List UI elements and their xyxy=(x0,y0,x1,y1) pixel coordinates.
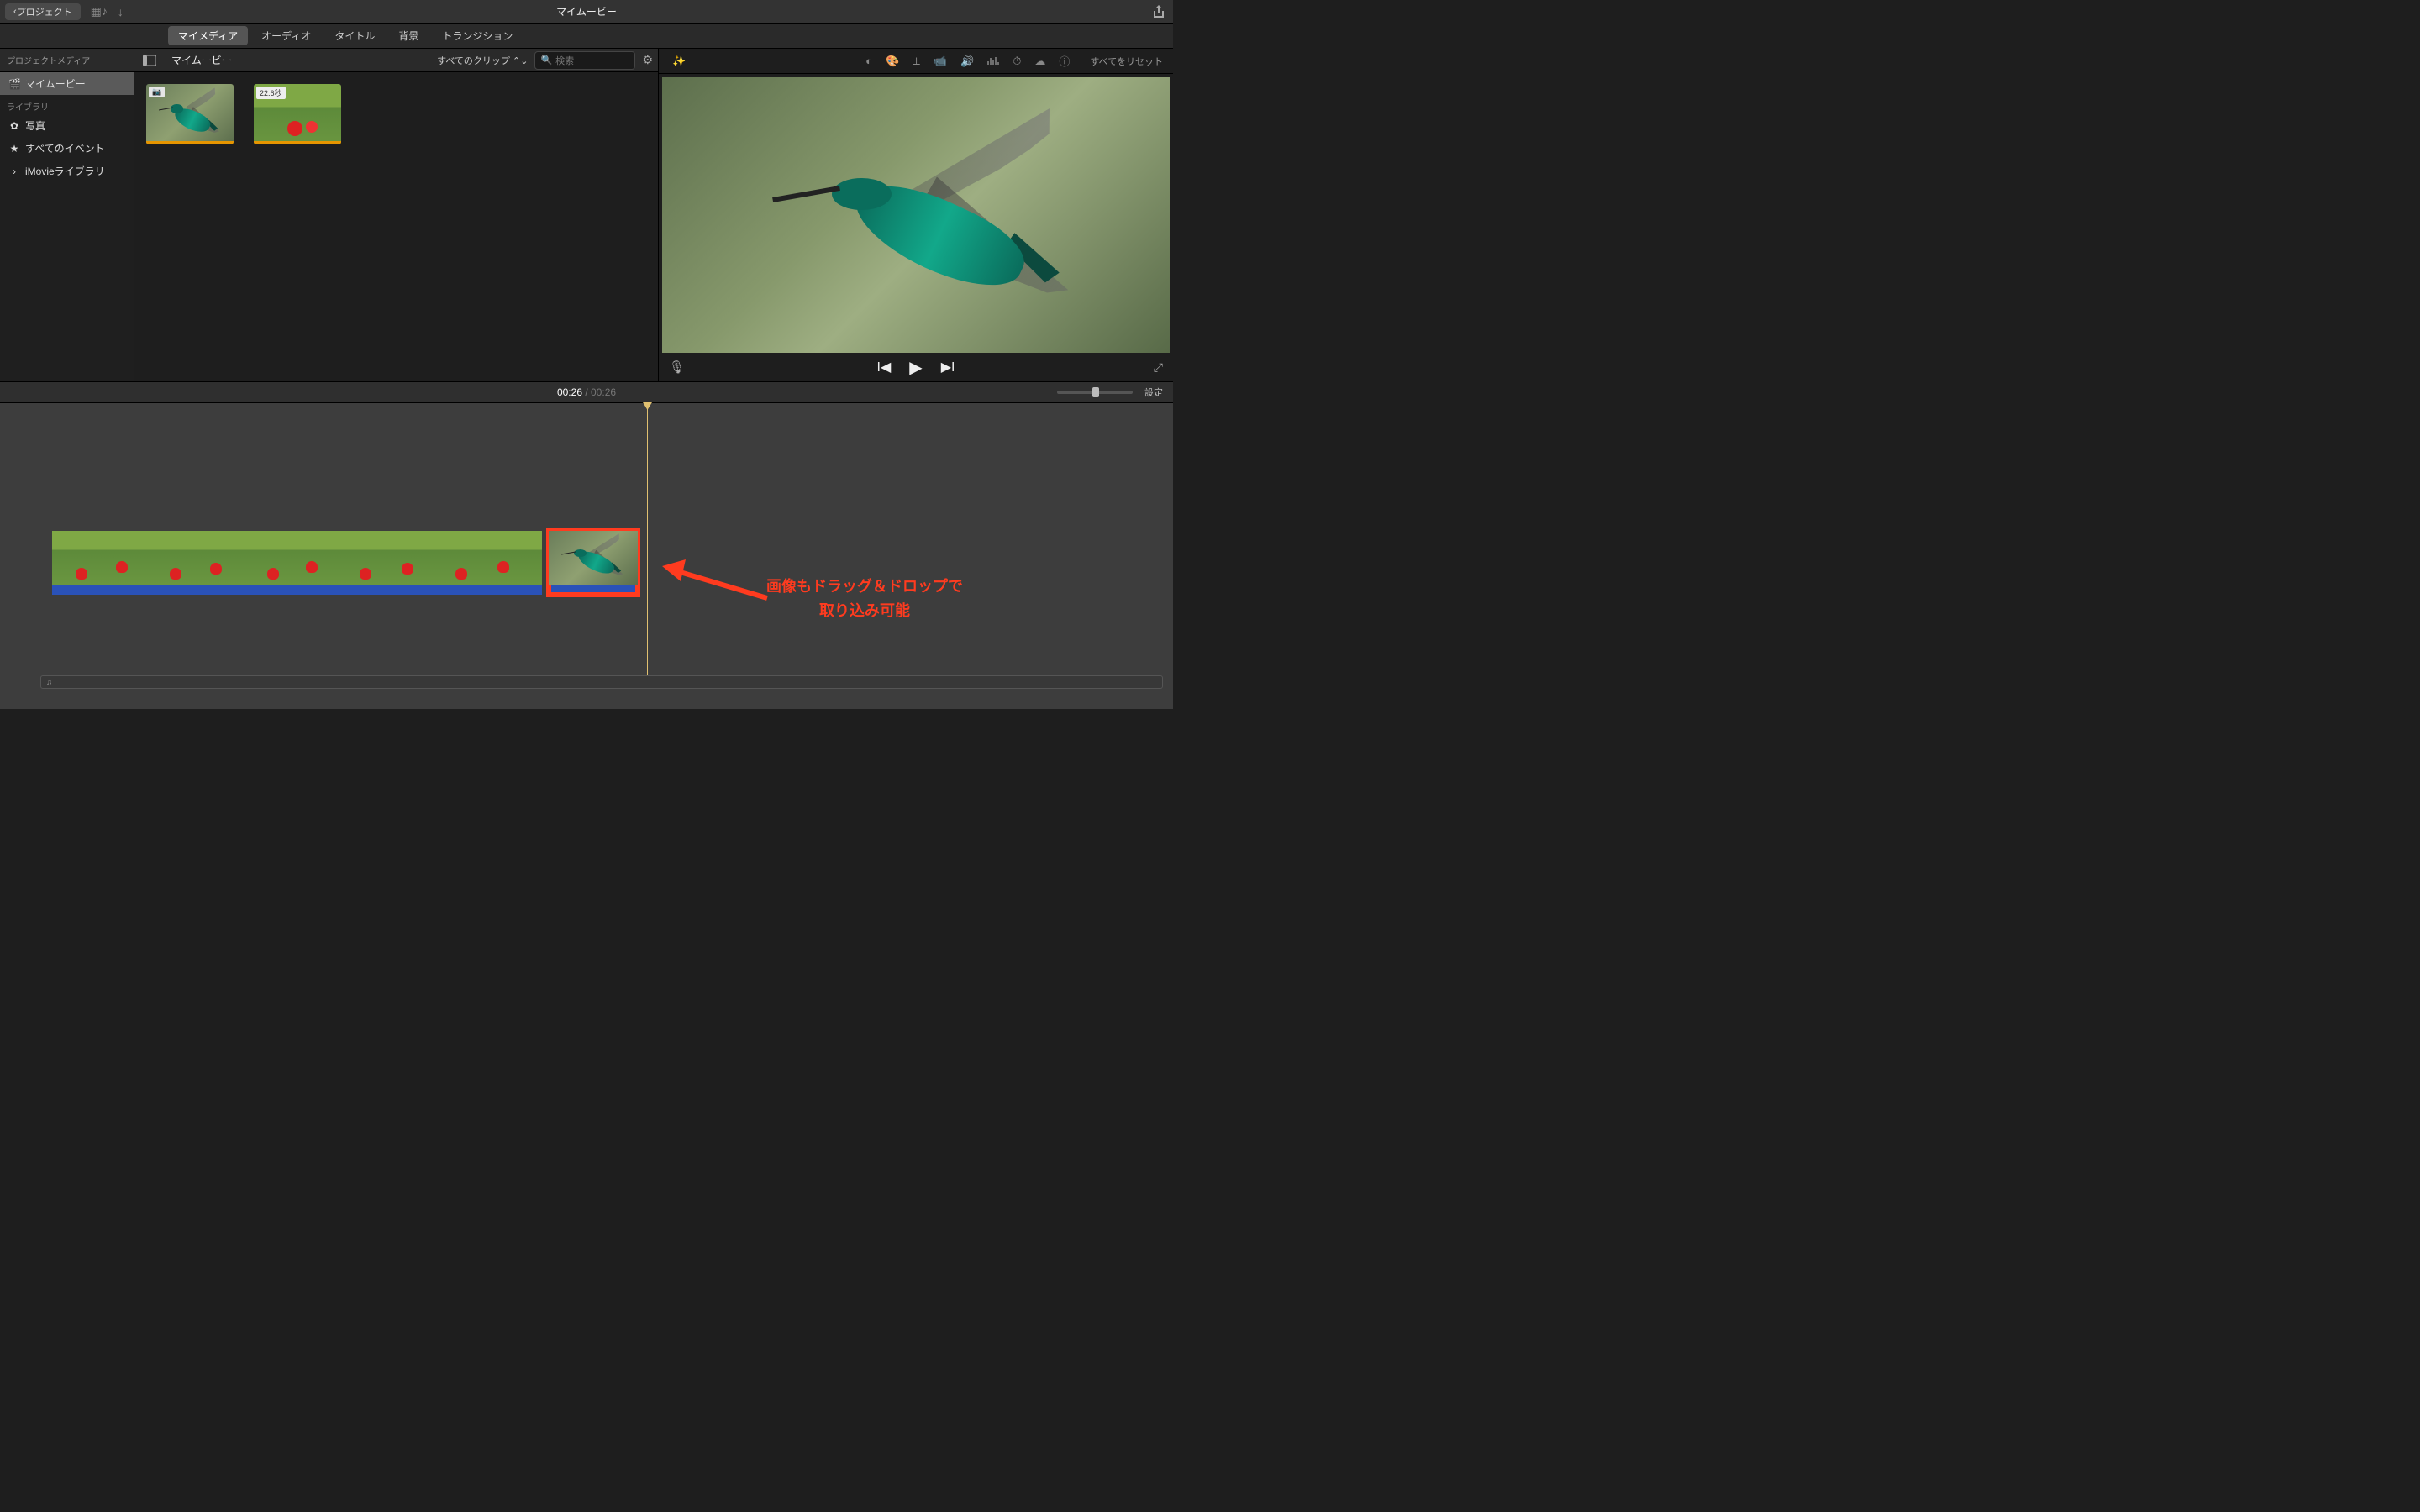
sidebar-item-photos[interactable]: ✿ 写真 xyxy=(0,114,134,137)
sidebar-item-my-movie[interactable]: 🎬 マイムービー xyxy=(0,72,134,95)
flower-icon xyxy=(402,563,413,575)
flower-icon xyxy=(170,568,182,580)
camera-badge-icon: 📷 xyxy=(149,87,165,97)
tab-backgrounds[interactable]: 背景 xyxy=(388,26,429,45)
search-placeholder: 検索 xyxy=(555,54,574,67)
flower-icon xyxy=(455,568,467,580)
next-button[interactable]: ▶I xyxy=(941,359,955,375)
playback-controls: 🎙 I◀ ▶ ▶I ⤢ xyxy=(659,353,1173,381)
titlebar: ‹ プロジェクト ▦♪ ↓ マイムービー xyxy=(0,0,1173,24)
clapperboard-icon: 🎬 xyxy=(8,78,20,90)
window-title: マイムービー xyxy=(556,4,617,18)
viewer: ✨ ◐ 🎨 ⟂ 📹 🔊 ⏱ ☁ ⓘ すべてをリセット 🎙 I◀ ▶ ▶I ⤢ xyxy=(659,49,1173,381)
download-icon[interactable]: ↓ xyxy=(118,5,124,18)
flower-icon xyxy=(287,121,302,136)
color-correction-icon[interactable]: 🎨 xyxy=(886,55,899,68)
reset-all-button[interactable]: すべてをリセット xyxy=(1090,55,1163,68)
timecode: 00:26 / 00:26 xyxy=(557,386,616,398)
sidebar-item-label: 写真 xyxy=(25,118,45,133)
flower-icon xyxy=(306,121,318,133)
photos-flower-icon: ✿ xyxy=(8,120,20,132)
playhead[interactable] xyxy=(647,403,648,684)
tab-titles[interactable]: タイトル xyxy=(324,26,385,45)
sidebar-item-label: マイムービー xyxy=(25,76,86,91)
arrow-icon xyxy=(662,558,780,617)
audio-track[interactable]: ♫ xyxy=(40,675,1163,689)
adjust-toolbar: ✨ ◐ 🎨 ⟂ 📹 🔊 ⏱ ☁ ⓘ すべてをリセット xyxy=(659,49,1173,74)
sidebar-library-header: ライブラリ xyxy=(0,95,134,114)
music-note-icon: ♫ xyxy=(46,678,53,687)
back-button[interactable]: ‹ プロジェクト xyxy=(5,3,81,20)
updown-icon: ⌃⌄ xyxy=(513,56,528,66)
sidebar-project-media-header: プロジェクトメディア xyxy=(0,49,134,72)
sidebar-toggle-icon[interactable] xyxy=(139,54,160,67)
timeline[interactable]: ♫ 画像もドラッグ＆ドロップで 取り込み可能 xyxy=(0,403,1173,709)
volume-icon[interactable]: 🔊 xyxy=(960,55,974,68)
tab-audio[interactable]: オーディオ xyxy=(251,26,321,45)
current-time: 00:26 xyxy=(557,386,582,398)
info-icon[interactable]: ⓘ xyxy=(1059,53,1070,69)
stabilization-icon[interactable]: 📹 xyxy=(934,55,947,68)
tab-my-media[interactable]: マイメディア xyxy=(168,26,248,45)
media-import-icon[interactable]: ▦♪ xyxy=(91,4,108,18)
search-icon: 🔍 xyxy=(540,55,552,66)
back-label: プロジェクト xyxy=(17,5,72,18)
flower-icon xyxy=(76,568,87,580)
share-icon[interactable] xyxy=(1153,5,1165,18)
timeline-clip-image[interactable] xyxy=(549,531,638,595)
search-input[interactable]: 🔍 検索 xyxy=(534,51,635,70)
preview-canvas[interactable] xyxy=(662,77,1170,353)
timeline-clip-video[interactable] xyxy=(52,531,542,595)
zoom-slider[interactable] xyxy=(1057,391,1133,394)
clip-duration-badge: 22.6秒 xyxy=(256,87,286,99)
annotation-line2: 取り込み可能 xyxy=(766,599,963,623)
fullscreen-icon[interactable]: ⤢ xyxy=(1154,360,1163,375)
clip-thumbnail-video[interactable]: 22.6秒 xyxy=(254,84,341,144)
prev-button[interactable]: I◀ xyxy=(877,359,892,375)
browser-header: マイムービー すべてのクリップ ⌃⌄ 🔍 検索 ⚙ xyxy=(134,49,658,72)
clip-grid: 📷 22.6秒 xyxy=(134,72,658,156)
microphone-icon[interactable]: 🎙 xyxy=(669,360,685,375)
media-tabs: マイメディア オーディオ タイトル 背景 トランジション xyxy=(0,24,1173,49)
sidebar-item-label: すべてのイベント xyxy=(25,141,105,155)
total-time: 00:26 xyxy=(591,386,616,398)
annotation-line1: 画像もドラッグ＆ドロップで xyxy=(766,575,963,599)
timeline-header: 00:26 / 00:26 設定 xyxy=(0,381,1173,403)
flower-icon xyxy=(116,561,128,573)
star-icon: ★ xyxy=(8,143,20,155)
sidebar: プロジェクトメディア 🎬 マイムービー ライブラリ ✿ 写真 ★ すべてのイベン… xyxy=(0,49,134,381)
flower-icon xyxy=(360,568,371,580)
flower-icon xyxy=(267,568,279,580)
flower-icon xyxy=(306,561,318,573)
sidebar-item-label: iMovieライブラリ xyxy=(25,164,105,178)
sidebar-item-all-events[interactable]: ★ すべてのイベント xyxy=(0,137,134,160)
magic-wand-icon[interactable]: ✨ xyxy=(672,55,686,68)
flower-icon xyxy=(497,561,509,573)
color-balance-icon[interactable]: ◐ xyxy=(865,55,872,67)
clip-filter-dropdown[interactable]: すべてのクリップ ⌃⌄ xyxy=(437,54,528,67)
tab-transitions[interactable]: トランジション xyxy=(432,26,523,45)
gear-icon[interactable]: ⚙ xyxy=(642,53,653,67)
sidebar-item-imovie-library[interactable]: › iMovieライブラリ xyxy=(0,160,134,182)
media-browser: マイムービー すべてのクリップ ⌃⌄ 🔍 検索 ⚙ 📷 xyxy=(134,49,659,381)
crop-icon[interactable]: ⟂ xyxy=(913,55,920,68)
browser-title: マイムービー xyxy=(171,53,232,67)
noise-equalizer-icon[interactable] xyxy=(987,56,999,66)
clip-thumbnail-photo[interactable]: 📷 xyxy=(146,84,234,144)
chevron-right-icon: › xyxy=(8,165,20,177)
timeline-settings-button[interactable]: 設定 xyxy=(1144,386,1163,399)
video-track xyxy=(52,531,638,605)
play-button[interactable]: ▶ xyxy=(909,357,922,378)
flower-icon xyxy=(210,563,222,575)
speed-icon[interactable]: ⏱ xyxy=(1013,55,1021,68)
clip-filter-icon[interactable]: ☁ xyxy=(1034,55,1045,68)
